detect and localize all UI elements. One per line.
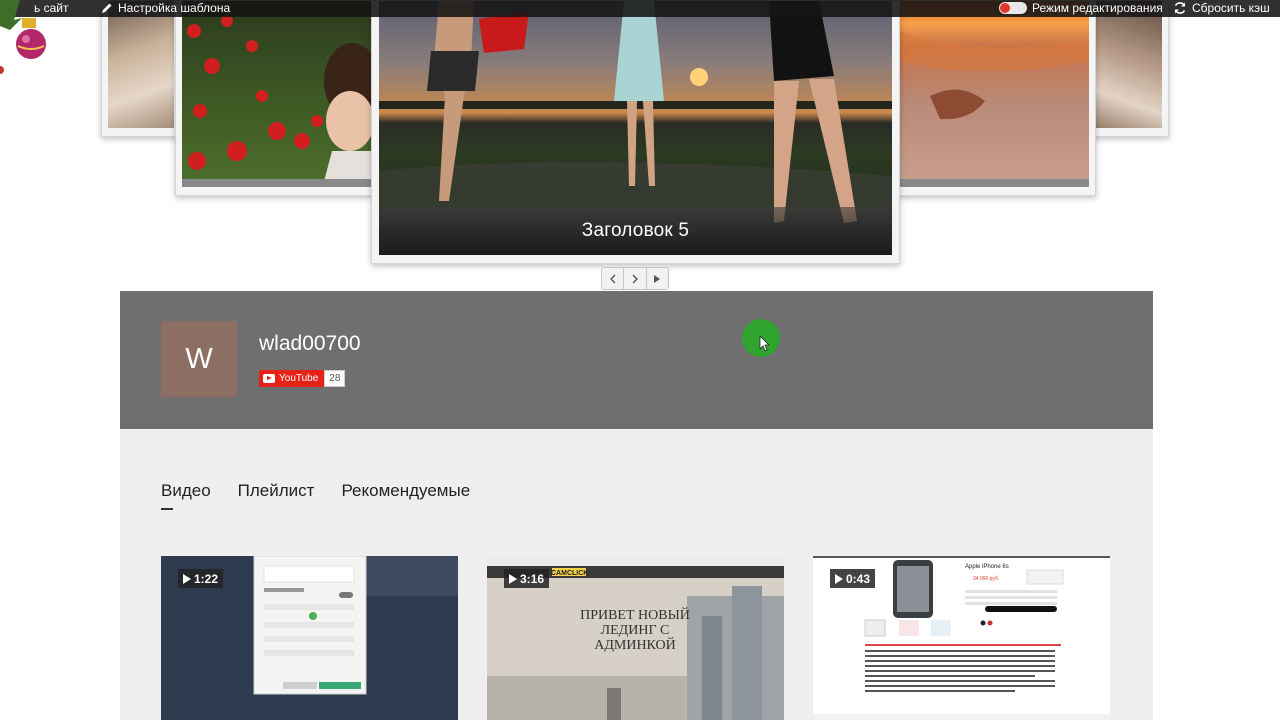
youtube-label: YouTube — [279, 373, 319, 384]
video-card[interactable]: Apple iPhone 6s 34 990 руб. 0:43 — [813, 556, 1110, 720]
thumb-product-price: 34 990 руб. — [973, 576, 999, 582]
chevron-left-icon — [609, 274, 616, 283]
tab-recommended[interactable]: Рекомендуемые — [341, 481, 470, 501]
thumb-headline-1: ПРИВЕТ НОВЫЙ — [580, 606, 690, 623]
slide-center[interactable]: Заголовок 5 — [371, 0, 900, 264]
duration-label: 1:22 — [194, 571, 219, 586]
slide-far-left[interactable] — [101, 0, 181, 137]
video-duration: 3:16 — [504, 569, 550, 588]
thumb-headline-2: ЛЕДИНГ С — [601, 623, 670, 638]
slider-controls — [601, 267, 669, 290]
slide-caption: Заголовок 5 — [581, 220, 690, 241]
youtube-button[interactable]: YouTube — [259, 370, 325, 387]
template-settings-label: Настройка шаблона — [118, 1, 231, 15]
template-settings-link[interactable]: Настройка шаблона — [101, 1, 230, 15]
youtube-subscribe-badge[interactable]: YouTube 28 — [259, 370, 346, 387]
edit-mode-toggle[interactable]: Режим редактирования — [999, 1, 1163, 15]
slide-right[interactable] — [893, 0, 1096, 196]
play-icon — [183, 573, 191, 584]
reset-cache-label: Сбросить кэш — [1192, 1, 1270, 15]
slide-image — [900, 1, 1089, 187]
duration-label: 0:43 — [846, 571, 871, 586]
tab-videos[interactable]: Видео — [161, 481, 211, 510]
video-card[interactable]: CAMCLICK ПРИВЕТ НОВЫЙ ЛЕДИНГ С АДМИНКОЙ … — [487, 556, 784, 720]
cursor-highlight — [742, 319, 780, 357]
slide-image — [1096, 1, 1162, 128]
slide-image — [182, 1, 372, 187]
tab-playlist[interactable]: Плейлист — [238, 481, 315, 501]
play-icon — [509, 573, 517, 584]
thumb-headline-3: АДМИНКОЙ — [594, 636, 676, 653]
play-icon — [654, 274, 661, 283]
camclick-logo: CAMCLICK — [551, 570, 588, 577]
avatar[interactable]: W — [161, 321, 237, 397]
toggle-knob — [1000, 3, 1010, 13]
video-card[interactable]: 1:22 — [161, 556, 458, 720]
channel-header: W wlad00700 YouTube 28 — [120, 291, 1153, 429]
beach-image — [900, 31, 1089, 187]
reset-cache-link[interactable]: Сбросить кэш — [1173, 1, 1270, 15]
avatar-letter: W — [185, 342, 213, 375]
duration-label: 3:16 — [520, 571, 545, 586]
video-duration: 1:22 — [178, 569, 224, 588]
slide-image — [108, 1, 174, 128]
chevron-right-icon — [632, 274, 638, 283]
subscriber-count: 28 — [324, 370, 346, 387]
slide-image: Заголовок 5 — [379, 1, 892, 255]
refresh-icon — [1174, 2, 1186, 14]
play-icon — [835, 573, 843, 584]
edit-mode-switch[interactable] — [999, 2, 1027, 14]
youtube-logo-icon — [263, 374, 275, 383]
poppy-field-image — [182, 15, 372, 187]
thumb-product-title: Apple iPhone 6s — [965, 564, 1009, 570]
slide-caption-bar: Заголовок 5 — [379, 207, 892, 255]
admin-toolbar: ь сайт Настройка шаблона Режим редактиро… — [0, 0, 1280, 17]
content-tabs: Видео Плейлист Рекомендуемые — [161, 481, 470, 510]
slide-far-right[interactable] — [1089, 0, 1169, 137]
slider-play-button[interactable] — [647, 268, 668, 289]
image-slider: Заголовок 5 — [0, 0, 1280, 291]
edit-mode-label: Режим редактирования — [1032, 1, 1163, 15]
slide-left[interactable] — [175, 0, 379, 196]
slider-prev-button[interactable] — [602, 268, 625, 289]
pencil-icon — [102, 3, 112, 13]
christmas-ornament-icon — [0, 0, 46, 74]
mouse-cursor-icon — [759, 335, 770, 352]
channel-content: Видео Плейлист Рекомендуемые 1:22 CAMCLI… — [120, 429, 1153, 720]
channel-name[interactable]: wlad00700 — [259, 332, 361, 356]
slider-next-button[interactable] — [624, 268, 647, 289]
video-duration: 0:43 — [830, 569, 876, 588]
